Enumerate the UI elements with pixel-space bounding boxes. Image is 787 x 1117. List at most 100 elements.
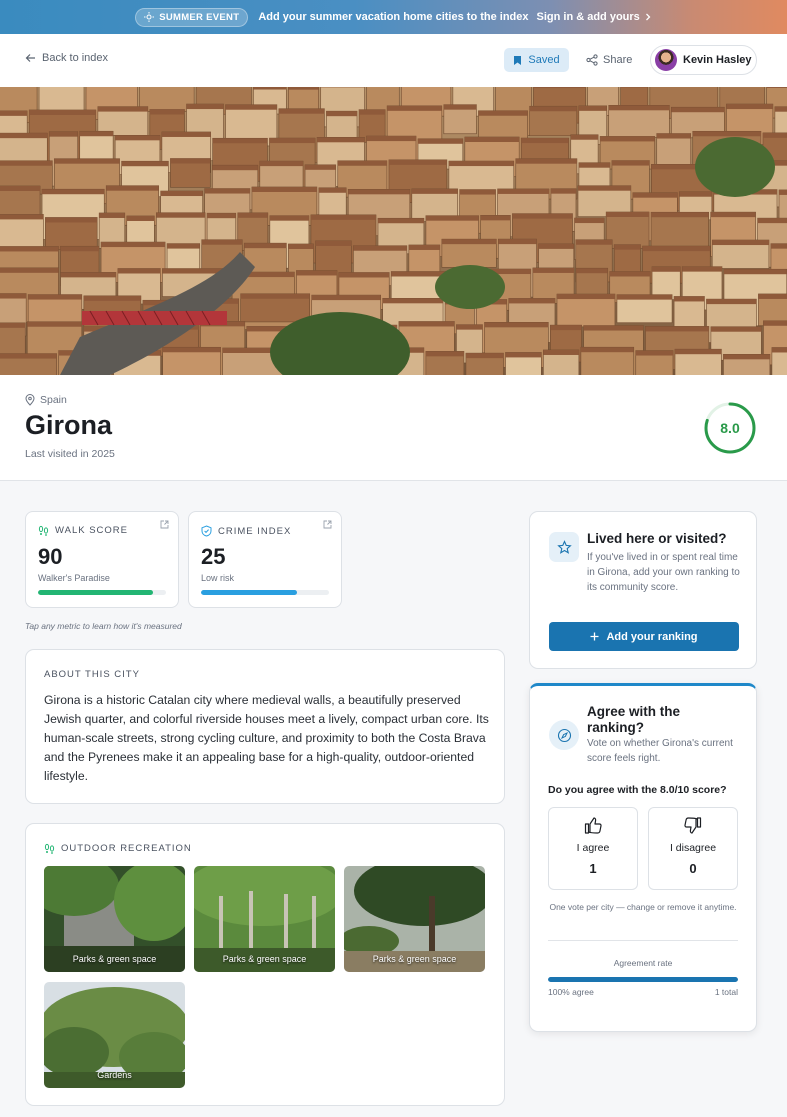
hero-roof [723, 354, 770, 360]
vote-note: One vote per city — change or remove it … [549, 902, 737, 912]
hero-roof [99, 212, 125, 218]
hero-roof [712, 240, 769, 246]
agree-vote-button[interactable]: I agree 1 [548, 807, 638, 890]
hero-roof [578, 105, 607, 111]
hero-roof [338, 272, 390, 278]
country-name: Spain [40, 394, 67, 406]
hero-roof [387, 105, 442, 111]
agree-card: Agree with the ranking? Vote on whether … [529, 683, 757, 1032]
city-hero-image [0, 87, 787, 375]
external-link-icon [160, 520, 169, 529]
hero-roof [779, 189, 787, 195]
hero-roof [167, 243, 200, 249]
lived-here-card: Lived here or visited? If you've lived i… [529, 511, 757, 669]
hero-roof [377, 218, 424, 224]
hero-roof [674, 296, 705, 302]
user-menu-button[interactable]: Kevin Hasley [650, 45, 757, 75]
hero-roof [310, 214, 376, 220]
hero-roof [366, 136, 417, 142]
outdoor-label: OUTDOOR RECREATION [61, 843, 192, 854]
thumbs-up-icon [584, 817, 602, 834]
share-button[interactable]: Share [586, 48, 632, 72]
hero-roof [652, 266, 681, 272]
hero-roof [237, 212, 268, 218]
hero-roof [49, 131, 78, 137]
hero-roof [508, 298, 555, 304]
hero-roof [240, 293, 310, 299]
hero-roof [411, 188, 458, 194]
photo-parks-3[interactable]: Parks & green space [344, 866, 485, 972]
star-icon [556, 539, 572, 554]
hero-roof [359, 109, 386, 115]
hero-roof [656, 133, 691, 139]
hero-roof [161, 131, 211, 137]
hero-roof [121, 161, 169, 167]
saved-button[interactable]: Saved [504, 48, 569, 72]
star-icon-wrap [549, 532, 579, 562]
outdoor-heading: OUTDOOR RECREATION [44, 843, 192, 854]
hero-roof [570, 134, 599, 140]
add-ranking-button[interactable]: Add your ranking [549, 622, 739, 651]
hero-building [650, 211, 709, 251]
arrow-left-icon [25, 54, 35, 62]
avatar [655, 49, 677, 71]
hero-roof [0, 185, 41, 191]
hero-roof [337, 160, 387, 166]
hero-roof [556, 294, 615, 300]
photo-parks-2[interactable]: Parks & green space [194, 866, 335, 972]
hero-roof [408, 244, 440, 250]
hero-roof [201, 239, 243, 245]
hero-roof [311, 295, 381, 301]
lived-title: Lived here or visited? [587, 531, 727, 546]
summer-event-pill: SUMMER EVENT [135, 7, 249, 27]
hero-roof [318, 187, 347, 193]
walk-score-card[interactable]: WALK SCORE 90 Walker's Paradise [25, 511, 179, 608]
agree-title: Agree with the ranking? [587, 704, 681, 735]
hero-roof [83, 295, 141, 301]
agree-desc: Vote on whether Girona's current score f… [587, 738, 733, 764]
hero-roof [710, 212, 756, 218]
agree-question: Do you agree with the 8.0/10 score? [548, 784, 727, 796]
hero-roof [106, 185, 159, 191]
metrics-hint: Tap any metric to learn how it's measure… [25, 621, 182, 631]
photo-caption: Parks & green space [372, 954, 457, 964]
back-to-index-link[interactable]: Back to index [25, 52, 108, 64]
hero-roof [315, 240, 352, 246]
hero-roof [425, 215, 479, 221]
photo-gardens[interactable]: Gardens [44, 982, 185, 1088]
divider [548, 940, 738, 941]
hero-roof [521, 138, 569, 144]
walk-score-label: WALK SCORE [55, 525, 128, 536]
back-label: Back to index [42, 52, 109, 64]
hero-roof [117, 268, 161, 274]
hero-roof [97, 106, 148, 112]
sign-in-link-label: Sign in & add yours [536, 11, 640, 23]
hero-roof [600, 136, 655, 142]
hero-roof [762, 132, 787, 138]
hero-roof [645, 326, 709, 332]
hero-roof [253, 87, 287, 90]
crime-index-header: CRIME INDEX [201, 525, 291, 537]
disagree-vote-button[interactable]: I disagree 0 [648, 807, 738, 890]
hero-roof [353, 245, 407, 251]
hero-roof [611, 160, 650, 166]
about-card: ABOUT THIS CITY Girona is a historic Cat… [25, 649, 505, 804]
walk-score-value: 90 [38, 544, 63, 569]
hero-roof [529, 106, 577, 112]
hero-roof [679, 191, 712, 197]
hero-roof [0, 322, 26, 328]
saved-label: Saved [528, 54, 560, 66]
hero-roof [382, 298, 444, 304]
sign-in-link[interactable]: Sign in & add yours [537, 11, 652, 23]
hero-roof [459, 189, 496, 195]
hero-roof [149, 109, 185, 115]
hero-roof [533, 87, 586, 89]
hero-roof [0, 267, 59, 273]
hero-roof [465, 353, 504, 359]
hero-roof [575, 239, 613, 245]
crime-index-card[interactable]: CRIME INDEX 25 Low risk [188, 511, 342, 608]
user-name: Kevin Hasley [683, 54, 752, 66]
photo-parks-1[interactable]: Parks & green space [44, 866, 185, 972]
hero-roof [497, 188, 549, 194]
thumbs-down-icon [684, 817, 702, 834]
